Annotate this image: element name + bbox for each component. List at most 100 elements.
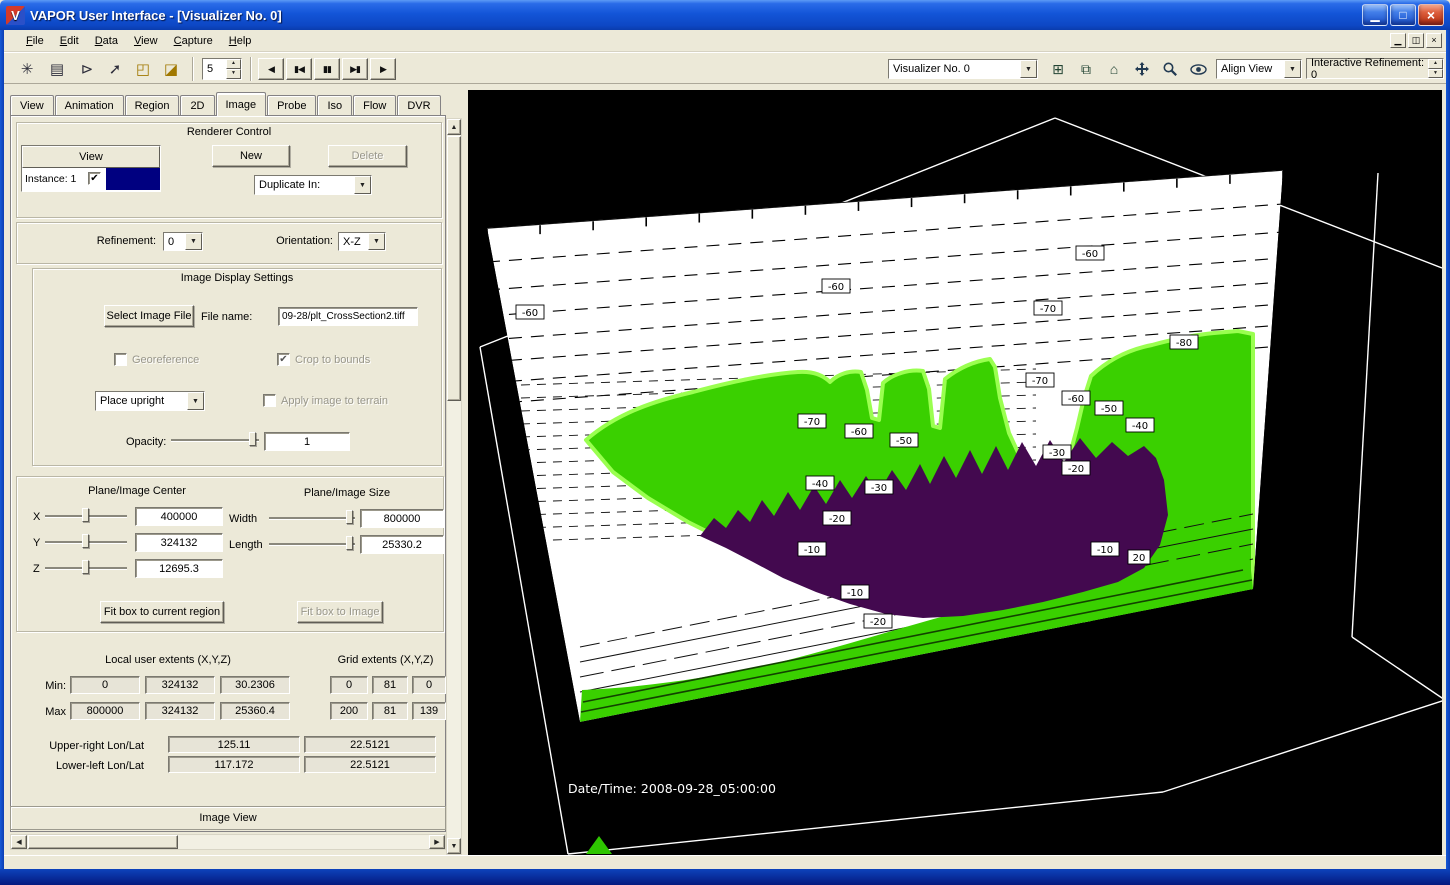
frame-spinbox[interactable]: 5 ▲ ▼ <box>202 58 242 80</box>
z-center-field[interactable]: 12695.3 <box>135 559 223 578</box>
slider-handle[interactable] <box>346 510 353 524</box>
scrollbar-thumb[interactable] <box>447 136 461 401</box>
scroll-right-icon[interactable]: ▶ <box>429 835 445 849</box>
frame-up-icon[interactable]: ▲ <box>226 59 241 69</box>
delete-instance-button[interactable]: Delete <box>328 145 407 167</box>
scroll-down-icon[interactable]: ▼ <box>447 838 461 854</box>
visualizer-combo[interactable]: Visualizer No. 0 ▼ <box>888 59 1038 79</box>
fit-box-region-button[interactable]: Fit box to current region <box>100 601 224 623</box>
menu-help[interactable]: Help <box>221 32 260 50</box>
tab-dvr[interactable]: DVR <box>397 95 440 116</box>
slider-handle[interactable] <box>82 508 89 522</box>
placement-combo[interactable]: Place upright ▼ <box>95 391 205 411</box>
menu-file[interactable]: File <box>18 32 52 50</box>
width-field[interactable]: 800000 <box>360 509 444 528</box>
lower-left-lat: 22.5121 <box>304 756 436 773</box>
length-field[interactable]: 25330.2 <box>360 535 444 554</box>
interactive-refinement-spinbox[interactable]: Interactive Refinement: 0 ▲ ▼ <box>1306 58 1444 79</box>
step-forward-button[interactable]: ▶▮ <box>342 58 368 80</box>
menu-data[interactable]: Data <box>87 32 126 50</box>
file-name-field[interactable]: 09-28/plt_CrossSection2.tiff <box>278 307 418 326</box>
chevron-down-icon[interactable]: ▼ <box>187 392 204 410</box>
y-center-field[interactable]: 324132 <box>135 533 223 552</box>
play-forward-button[interactable]: ▶ <box>370 58 396 80</box>
horizontal-scrollbar[interactable]: ◀ ▶ <box>10 834 446 850</box>
copy-icon[interactable]: ⧉ <box>1074 57 1098 81</box>
frame-value[interactable]: 5 <box>203 59 226 79</box>
length-slider[interactable] <box>269 535 355 551</box>
titlebar[interactable]: V VAPOR User Interface - [Visualizer No.… <box>0 0 1450 30</box>
home-view-icon[interactable]: ⌂ <box>1102 57 1126 81</box>
play-reverse-button[interactable]: ◀ <box>258 58 284 80</box>
x-center-slider[interactable] <box>45 507 127 523</box>
magnify-icon[interactable] <box>1158 57 1182 81</box>
opacity-slider[interactable] <box>171 431 259 447</box>
tab-region[interactable]: Region <box>125 95 180 116</box>
mdi-minimize-button[interactable]: ▁ <box>1390 33 1406 48</box>
svg-text:-70: -70 <box>804 417 820 428</box>
fit-box-image-button[interactable]: Fit box to Image <box>297 601 383 623</box>
tab-iso[interactable]: Iso <box>317 95 352 116</box>
refinement-label: Refinement: <box>68 235 156 247</box>
image-mode-icon[interactable]: ◪ <box>158 56 184 82</box>
animation-mode-icon[interactable]: ⊳ <box>74 56 100 82</box>
image-view-section-header[interactable]: Image View <box>10 806 446 830</box>
chevron-down-icon[interactable]: ▼ <box>354 176 371 194</box>
align-view-combo[interactable]: Align View ▼ <box>1216 59 1302 79</box>
scrollbar-thumb[interactable] <box>28 835 178 849</box>
rake-mode-icon[interactable]: ◰ <box>130 56 156 82</box>
slider-handle[interactable] <box>346 536 353 550</box>
new-instance-button[interactable]: New <box>212 145 290 167</box>
refinement-down-icon[interactable]: ▼ <box>1428 69 1443 79</box>
tab-2d[interactable]: 2D <box>180 95 214 116</box>
instance-row[interactable]: Instance: 1 ✔ <box>22 168 160 190</box>
viewpoint-mode-icon[interactable]: ✳ <box>14 56 40 82</box>
select-image-file-button[interactable]: Select Image File <box>104 305 194 327</box>
duplicate-in-combo[interactable]: Duplicate In: ▼ <box>254 175 372 195</box>
frame-down-icon[interactable]: ▼ <box>226 69 241 79</box>
scroll-left-icon[interactable]: ◀ <box>11 835 27 849</box>
slider-handle[interactable] <box>82 560 89 574</box>
instance-enabled-checkbox[interactable]: ✔ <box>88 172 101 185</box>
z-center-slider[interactable] <box>45 559 127 575</box>
chevron-down-icon[interactable]: ▼ <box>1284 60 1301 78</box>
y-center-slider[interactable] <box>45 533 127 549</box>
probe-mode-icon[interactable]: ➚ <box>102 56 128 82</box>
width-slider[interactable] <box>269 509 355 525</box>
close-button[interactable]: × <box>1418 4 1444 26</box>
maximize-button[interactable]: □ <box>1390 4 1416 26</box>
minimize-button[interactable]: ▁ <box>1362 4 1388 26</box>
region-mode-icon[interactable]: ▤ <box>44 56 70 82</box>
mdi-restore-button[interactable]: ◫ <box>1408 33 1424 48</box>
tab-view[interactable]: View <box>10 95 54 116</box>
tab-flow[interactable]: Flow <box>353 95 396 116</box>
georeference-checkbox[interactable] <box>114 353 127 366</box>
slider-handle[interactable] <box>249 432 256 446</box>
eye-view-icon[interactable] <box>1186 57 1210 81</box>
refinement-up-icon[interactable]: ▲ <box>1428 59 1443 69</box>
scroll-up-icon[interactable]: ▲ <box>447 119 461 135</box>
crop-to-bounds-checkbox[interactable]: ✔ <box>277 353 290 366</box>
chevron-down-icon[interactable]: ▼ <box>1020 60 1037 78</box>
x-center-field[interactable]: 400000 <box>135 507 223 526</box>
menu-view[interactable]: View <box>126 32 166 50</box>
visualizer-canvas[interactable]: -60-60-60-70-80-70-60-50-40-70-60-50-30-… <box>468 90 1442 855</box>
svg-text:-60: -60 <box>522 308 538 319</box>
step-back-button[interactable]: ▮◀ <box>286 58 312 80</box>
apply-to-terrain-checkbox[interactable] <box>263 394 276 407</box>
tab-image[interactable]: Image <box>216 92 267 116</box>
move-view-icon[interactable] <box>1130 57 1154 81</box>
tile-windows-icon[interactable]: ⊞ <box>1046 57 1070 81</box>
duplicate-in-value: Duplicate In: <box>255 176 354 194</box>
pause-button[interactable]: ▮▮ <box>314 58 340 80</box>
tab-probe[interactable]: Probe <box>267 95 316 116</box>
menu-edit[interactable]: Edit <box>52 32 87 50</box>
instance-selection <box>106 168 160 190</box>
upper-right-lonlat-label: Upper-right Lon/Lat <box>16 740 144 752</box>
mdi-close-button[interactable]: × <box>1426 33 1442 48</box>
menu-capture[interactable]: Capture <box>166 32 221 50</box>
tab-animation[interactable]: Animation <box>55 95 124 116</box>
vertical-scrollbar[interactable]: ▲ ▼ <box>446 118 462 855</box>
opacity-field[interactable]: 1 <box>264 432 350 451</box>
slider-handle[interactable] <box>82 534 89 548</box>
